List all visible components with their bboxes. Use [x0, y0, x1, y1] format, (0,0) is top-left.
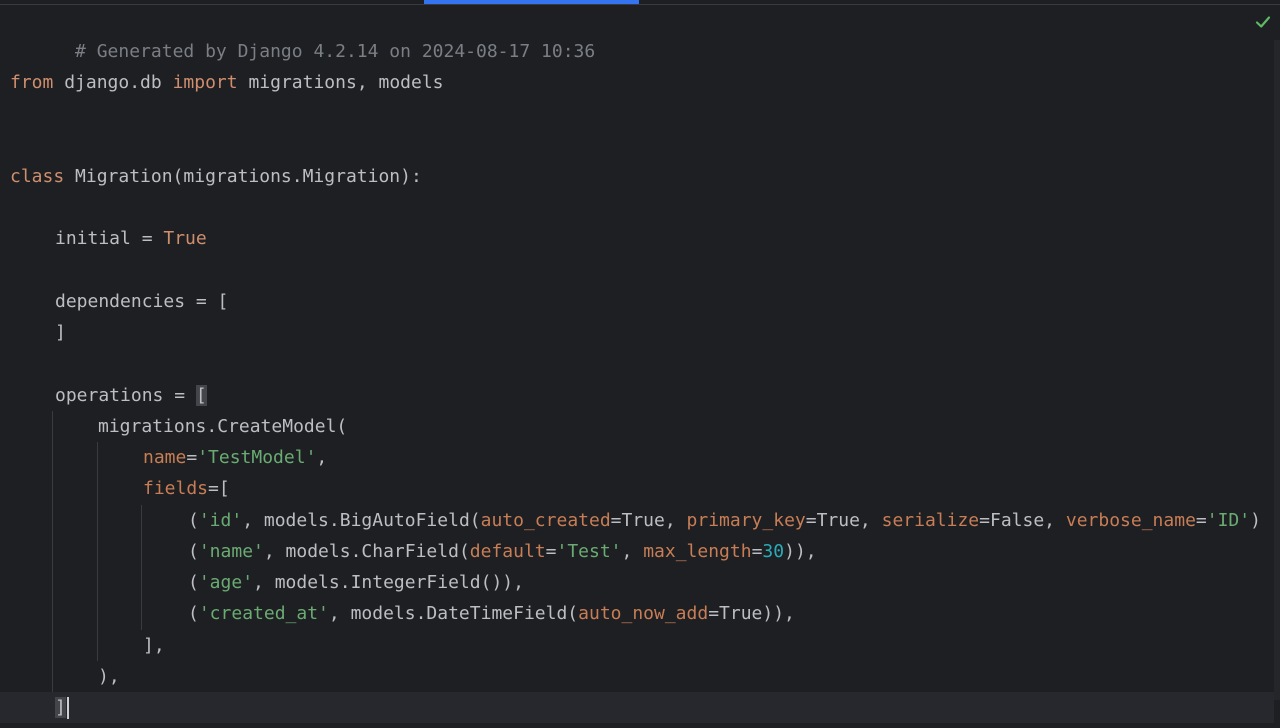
call: , models.BigAutoField( [242, 510, 481, 531]
operator: = [186, 447, 198, 468]
string: 'Test' [556, 541, 622, 562]
horizontal-scroll-thumb[interactable] [424, 0, 639, 4]
check-icon[interactable] [1254, 13, 1272, 31]
matched-bracket: ] [55, 697, 66, 718]
keyword: class [10, 166, 65, 187]
keyword-arg: fields [143, 478, 209, 499]
code-line: dependencies = [ [55, 286, 228, 317]
bracket: ) [1250, 510, 1261, 531]
module-name: django.db [53, 72, 173, 93]
code-line: ] [55, 317, 66, 348]
keyword-arg: auto_created [480, 510, 611, 531]
punctuation: , [621, 541, 644, 562]
code-line: operations = [ [55, 380, 207, 411]
class-declaration: Migration(migrations.Migration): [64, 166, 422, 187]
code-editor[interactable]: # Generated by Django 4.2.14 on 2024-08-… [0, 0, 1280, 728]
identifier: initial = [55, 228, 164, 249]
value: =True, [805, 510, 882, 531]
string: 'TestModel' [197, 447, 317, 468]
comment: # Generated by Django 4.2.14 on 2024-08-… [75, 41, 596, 62]
import-names: migrations, models [237, 72, 444, 93]
identifier: operations = [55, 385, 196, 406]
bracket: ( [188, 510, 199, 531]
keyword: import [172, 72, 238, 93]
call: , models.CharField( [263, 541, 470, 562]
operator: = [1195, 510, 1207, 531]
code-line: ] [55, 692, 69, 723]
code-line: from django.db import migrations, models [10, 67, 444, 98]
vertical-scrollbar[interactable] [1274, 40, 1280, 700]
bracket: ), [98, 666, 120, 687]
bracket: ( [188, 572, 199, 593]
string: 'ID' [1206, 510, 1251, 531]
indent-guide [97, 442, 98, 661]
operator: = [545, 541, 557, 562]
string: 'id' [198, 510, 243, 531]
string: 'age' [198, 572, 254, 593]
keyword-arg: name [143, 447, 187, 468]
number: 30 [762, 541, 785, 562]
keyword: True [163, 228, 207, 249]
keyword-arg: default [469, 541, 546, 562]
keyword-arg: max_length [643, 541, 752, 562]
call: migrations.CreateModel( [98, 416, 348, 437]
code-line: ('age', models.IntegerField()), [188, 567, 524, 598]
text-caret [66, 697, 69, 719]
code-line: migrations.CreateModel( [98, 411, 347, 442]
code-line: initial = True [55, 223, 207, 254]
keyword-arg: verbose_name [1065, 510, 1196, 531]
code-line: # Generated by Django 4.2.14 on 2024-08-… [10, 5, 595, 62]
code-line: ('name', models.CharField(default='Test'… [188, 536, 817, 567]
bracket: ( [188, 541, 199, 562]
code-line: ), [98, 661, 120, 692]
keyword-arg: serialize [881, 510, 980, 531]
operator: =[ [208, 478, 230, 499]
code-line: fields=[ [143, 473, 230, 504]
punctuation: , [316, 447, 328, 468]
string: 'created_at' [198, 603, 329, 624]
keyword-arg: primary_key [686, 510, 806, 531]
code-line: name='TestModel', [143, 442, 327, 473]
bracket: ], [143, 635, 165, 656]
keyword-arg: auto_now_add [578, 603, 709, 624]
code-line: ], [143, 630, 165, 661]
current-line-highlight [0, 692, 1274, 723]
keyword: from [10, 72, 54, 93]
string: 'name' [198, 541, 264, 562]
bracket: ] [55, 322, 66, 343]
code-line: ('created_at', models.DateTimeField(auto… [188, 598, 795, 629]
identifier: dependencies = [ [55, 291, 229, 312]
operator: = [751, 541, 763, 562]
value: =True, [610, 510, 687, 531]
bracket: )), [784, 541, 817, 562]
value: =False, [979, 510, 1066, 531]
code-line: ('id', models.BigAutoField(auto_created=… [188, 505, 1261, 536]
indent-guide [52, 411, 53, 692]
call: , models.DateTimeField( [328, 603, 579, 624]
bracket: ( [188, 603, 199, 624]
call: , models.IntegerField()), [253, 572, 524, 593]
value: =True)), [708, 603, 795, 624]
code-line: class Migration(migrations.Migration): [10, 161, 422, 192]
matched-bracket: [ [195, 385, 207, 406]
indent-guide [141, 505, 142, 630]
